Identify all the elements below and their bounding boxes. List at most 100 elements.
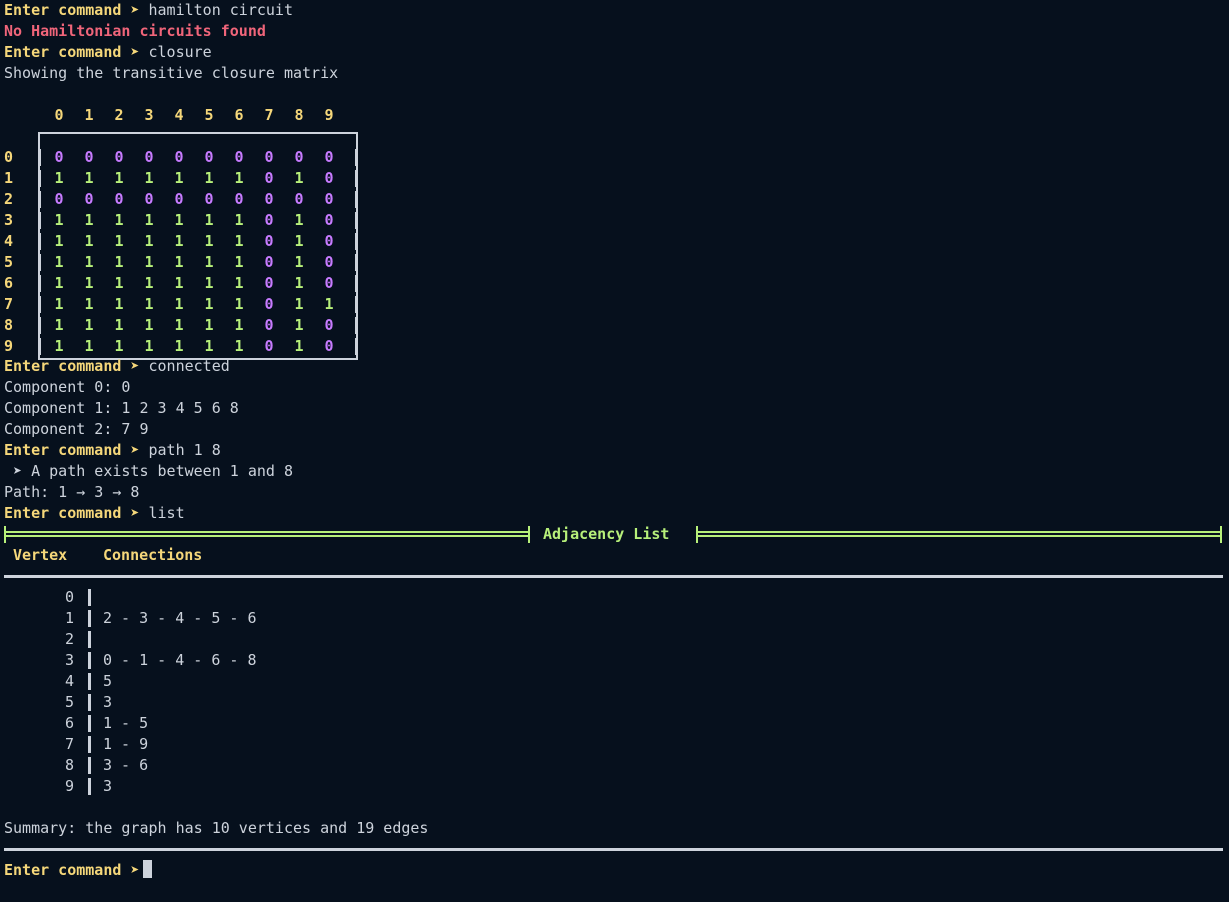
matrix-cell: 0 (294, 148, 304, 166)
matrix-cell: 0 (264, 295, 274, 313)
matrix-cell: 1 (204, 211, 214, 229)
terminal: Enter command ➤ hamilton circuit No Hami… (0, 0, 1229, 902)
adjacency-separator (88, 778, 91, 795)
matrix-cell: 1 (144, 169, 154, 187)
matrix-cell: 0 (204, 148, 214, 166)
title-rule-cap (1220, 526, 1222, 543)
matrix-cell: 0 (234, 148, 244, 166)
adjacency-connections: 3 (103, 693, 113, 711)
adjacency-separator (88, 757, 91, 774)
prompt: Enter command ➤ (4, 504, 140, 522)
matrix-cell: 1 (54, 274, 64, 292)
matrix-cell: 1 (84, 253, 94, 271)
matrix-cell: 1 (294, 169, 304, 187)
summary-text: Summary: the graph has 10 vertices and 1… (4, 819, 429, 837)
adjacency-connections: 0 - 1 - 4 - 6 - 8 (103, 651, 257, 669)
matrix-cell: 1 (174, 295, 184, 313)
title-rule-left (6, 531, 528, 537)
matrix-cell: 1 (114, 211, 124, 229)
matrix-row-label: 1 (4, 169, 14, 187)
matrix-cell: 0 (144, 190, 154, 208)
matrix-row: 1 1 1 1 1 1 1 1 0 1 0 (4, 168, 364, 189)
adjacency-separator (88, 736, 91, 753)
adjacency-row: 1 2 - 3 - 4 - 5 - 6 (4, 608, 1229, 629)
matrix-row-label: 2 (4, 190, 14, 208)
matrix-cell: 1 (144, 337, 154, 355)
matrix-row-label: 9 (4, 337, 14, 355)
matrix-cell: 1 (144, 274, 154, 292)
matrix-cell: 0 (264, 211, 274, 229)
adjacency-vertex: 6 (64, 714, 74, 732)
matrix-row-label: 7 (4, 295, 14, 313)
matrix-column-label: 0 (54, 106, 64, 124)
matrix-cell: 1 (234, 295, 244, 313)
matrix-cell: 1 (204, 232, 214, 250)
adjacency-row: 3 0 - 1 - 4 - 6 - 8 (4, 650, 1229, 671)
input-line[interactable]: Enter command ➤ (4, 860, 1229, 881)
adjacency-row: 2 (4, 629, 1229, 650)
matrix-cell: 1 (114, 337, 124, 355)
matrix-cell: 1 (84, 232, 94, 250)
matrix-cell: 0 (264, 190, 274, 208)
adjacency-connections: 3 (103, 777, 113, 795)
matrix-cell: 1 (174, 253, 184, 271)
matrix-row: 0 0 0 0 0 0 0 0 0 0 0 (4, 147, 364, 168)
matrix-border-bar (355, 317, 358, 334)
matrix-cell: 1 (114, 295, 124, 313)
matrix-cell: 1 (234, 232, 244, 250)
adjacency-header: Vertex Connections (4, 545, 1229, 566)
matrix-cell: 0 (264, 253, 274, 271)
matrix-cell: 1 (144, 232, 154, 250)
prompt: Enter command ➤ (4, 357, 140, 375)
matrix-cell: 0 (324, 274, 334, 292)
adjacency-vertex: 8 (64, 756, 74, 774)
component-line: Component 2: 7 9 (4, 420, 149, 438)
history-line: Enter command ➤ path 1 8 (4, 440, 1229, 461)
matrix-cell: 0 (144, 148, 154, 166)
matrix-cell: 1 (144, 211, 154, 229)
command-text: closure (148, 43, 212, 61)
matrix-cell: 0 (264, 274, 274, 292)
matrix-cell: 1 (234, 337, 244, 355)
matrix-cell: 0 (114, 148, 124, 166)
matrix-cell: 0 (204, 190, 214, 208)
matrix-border-bar (38, 317, 41, 334)
matrix-border-bar (355, 275, 358, 292)
path-line: Path: 1 → 3 → 8 (4, 483, 140, 501)
text-cursor[interactable] (143, 860, 153, 878)
adjacency-connections: 2 - 3 - 4 - 5 - 6 (103, 609, 257, 627)
matrix-cell: 1 (174, 211, 184, 229)
matrix-cell: 1 (144, 316, 154, 334)
matrix-column-label: 1 (84, 106, 94, 124)
adjacency-connections: 1 - 9 (103, 735, 149, 753)
adjacency-vertex: 9 (64, 777, 74, 795)
matrix-cell: 1 (234, 274, 244, 292)
matrix-border-bar (38, 338, 41, 355)
matrix-cell: 0 (264, 337, 274, 355)
matrix-column-label: 8 (294, 106, 304, 124)
matrix-column-label: 5 (204, 106, 214, 124)
prompt: Enter command ➤ (4, 441, 140, 459)
matrix-cell: 1 (114, 232, 124, 250)
matrix-cell: 0 (264, 316, 274, 334)
summary-divider (4, 848, 1223, 851)
matrix-cell: 1 (294, 211, 304, 229)
prompt: Enter command ➤ (4, 43, 140, 61)
adjacency-vertex: 2 (64, 630, 74, 648)
matrix-cell: 1 (294, 337, 304, 355)
matrix-row-label: 0 (4, 148, 14, 166)
prompt: Enter command ➤ (4, 1, 140, 19)
matrix-border-bar (355, 338, 358, 355)
matrix-cell: 1 (84, 337, 94, 355)
matrix-cell: 0 (84, 148, 94, 166)
matrix-cell: 1 (114, 253, 124, 271)
matrix-cell: 1 (54, 211, 64, 229)
matrix-cell: 1 (114, 274, 124, 292)
matrix-cell: 1 (174, 337, 184, 355)
matrix-cell: 1 (294, 274, 304, 292)
adjacency-row: 0 (4, 587, 1229, 608)
matrix-border-bar (355, 212, 358, 229)
adjacency-separator (88, 652, 91, 669)
command-text: list (148, 504, 185, 522)
matrix-column-label: 2 (114, 106, 124, 124)
